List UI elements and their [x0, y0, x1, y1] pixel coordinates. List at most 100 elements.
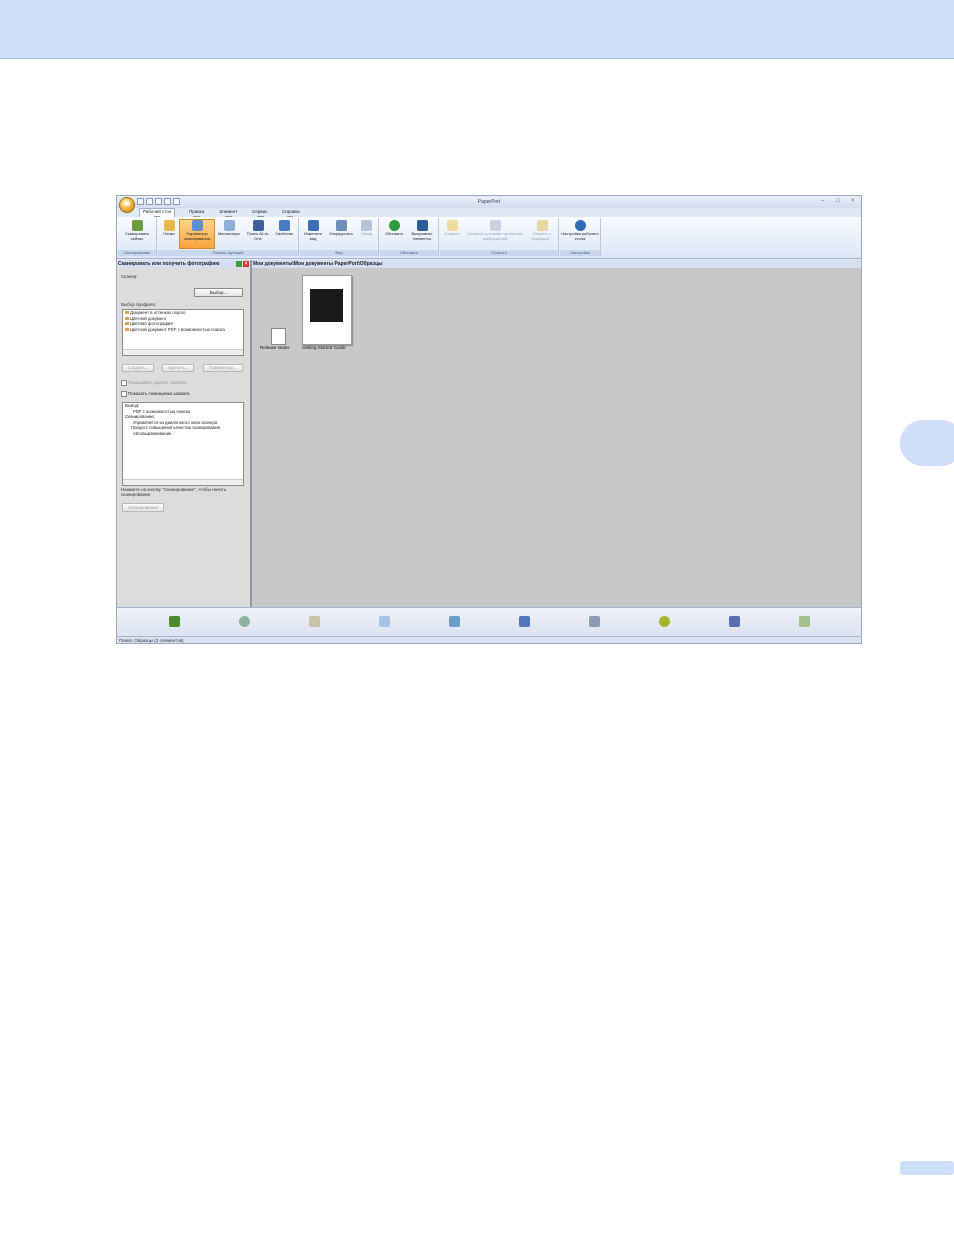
scan-settings-button[interactable]: Параметры сканирования — [179, 219, 215, 249]
delete-profile-button[interactable]: Удалить... — [162, 364, 194, 372]
hexagon-icon[interactable] — [659, 616, 670, 627]
all-in-one-search-button[interactable]: Поиск All-in-One — [245, 220, 271, 241]
mail-icon[interactable] — [239, 616, 250, 627]
checkbox-checked-icon — [121, 391, 127, 397]
group-settings: Настройки рабочего стола Настройки — [560, 218, 601, 256]
group-label-scan: Сканирование — [118, 250, 156, 256]
minimize-button[interactable]: – — [821, 198, 824, 204]
list-item[interactable]: Цветной документ PDF с возможностью поис… — [123, 327, 243, 333]
profile-icon — [125, 311, 129, 314]
folder-icon — [163, 220, 175, 231]
desktop-settings-button[interactable]: Настройки рабочего стола — [561, 220, 599, 241]
group-functions: Папки Параметры сканирования Миниатюры П… — [158, 218, 299, 256]
book-icon[interactable] — [449, 616, 460, 627]
tab-edit[interactable]: Правка — [189, 209, 204, 214]
scanner-icon[interactable] — [169, 616, 180, 627]
send-to-bar — [117, 607, 861, 637]
tab-item[interactable]: Элемент — [219, 209, 237, 214]
open-with-button[interactable]: Открыть с помощью... — [527, 220, 557, 241]
edit-icon[interactable] — [309, 616, 320, 627]
straighten-label: Выпрямить элементы — [411, 231, 433, 241]
select-scanner-button[interactable]: Выбор... — [194, 288, 243, 297]
profile-parameters-button[interactable]: Параметры... — [203, 364, 243, 372]
back-button[interactable]: Назад — [357, 220, 376, 237]
scan-panel: Сканировать или получить фотографию × Ск… — [117, 260, 252, 607]
refresh-icon — [388, 220, 400, 231]
scan-settings-icon — [191, 220, 203, 231]
search-icon — [252, 220, 264, 231]
profile-icon — [125, 316, 129, 320]
release-notes-label: Release Notes — [260, 345, 290, 350]
chapter-side-tab — [900, 420, 954, 466]
release-notes-thumbnail[interactable] — [271, 328, 286, 345]
arrange-button[interactable]: Упорядочить — [326, 220, 356, 237]
documents-pane: Мои документы\Мои документы PaperPort\Об… — [252, 260, 861, 607]
open-viewer-label: Открыть в режиме просмотра изображений — [467, 231, 523, 241]
arrange-icon — [335, 220, 347, 231]
arrange-label: Упорядочить — [329, 231, 353, 236]
tab-tools[interactable]: Сервис — [252, 209, 267, 214]
status-text: Папка: Образцы (2 элементов) — [119, 638, 184, 643]
list-item: Автовыравнивание — [133, 430, 172, 436]
panel-help-icon[interactable] — [236, 261, 242, 267]
title-bar: ✉ PaperPort – □ × — [117, 196, 861, 213]
tab-help[interactable]: Справка — [282, 209, 300, 214]
status-bar: Папка: Образцы (2 элементов) — [117, 636, 861, 643]
properties-icon — [278, 220, 290, 231]
thumbnails-label: Миниатюры — [217, 231, 241, 236]
paint-icon[interactable] — [799, 616, 810, 627]
people-icon[interactable] — [729, 616, 740, 627]
profile-label: Выбор профиля: — [121, 302, 157, 307]
search-label: Поиск All-in-One — [246, 231, 270, 241]
open-icon — [446, 220, 458, 231]
open-button[interactable]: Открыть — [441, 220, 463, 237]
profile-list[interactable]: Документ в оттенках серого Цветной докум… — [122, 309, 244, 356]
profile-icon — [125, 322, 129, 325]
thumbnails-button[interactable]: Миниатюры — [215, 220, 243, 237]
folders-button[interactable]: Папки — [160, 220, 178, 237]
ftp-icon[interactable] — [519, 616, 530, 627]
show-capture-assistant-checkbox[interactable]: Показать помощника захвата — [121, 391, 190, 397]
group-view: Изменить вид Упорядочить Назад Вид — [300, 218, 379, 256]
profile-list-scrollbar[interactable] — [123, 349, 243, 355]
maximize-button[interactable]: □ — [836, 198, 840, 204]
profile-icon — [125, 327, 129, 331]
create-profile-button[interactable]: Создать... — [122, 364, 154, 372]
documents-path-header: Мои документы\Мои документы PaperPort\Об… — [252, 260, 861, 268]
folder-path: Мои документы\Мои документы PaperPort\Об… — [253, 261, 383, 267]
show-scanner-dialog-checkbox[interactable]: Показывать диалог сканера — [121, 380, 186, 386]
getting-started-thumbnail[interactable] — [302, 275, 352, 345]
panel-close-icon[interactable]: × — [243, 261, 249, 267]
scan-now-button[interactable]: Сканировать сейчас — [120, 220, 154, 241]
scan-hint: Нажмите на кнопку "Сканирование", чтобы … — [121, 487, 227, 497]
paperport-window: ✉ PaperPort – □ × Рабочий стол Д Правка … — [116, 195, 862, 644]
group-label-open: Открыть — [440, 250, 558, 256]
open-label: Открыть — [444, 231, 460, 236]
cover-image — [310, 289, 343, 322]
group-label-settings: Настройки — [560, 250, 600, 256]
window-icon[interactable] — [379, 616, 390, 627]
group-scan: Сканировать сейчас Сканирование — [118, 218, 157, 256]
page-number-tab — [900, 1161, 954, 1175]
scan-panel-title: Сканировать или получить фотографию — [118, 261, 220, 267]
printer-icon[interactable] — [589, 616, 600, 627]
scanner-label: Сканер: — [121, 274, 138, 279]
scan-button[interactable]: Сканирование — [122, 503, 164, 512]
close-button[interactable]: × — [851, 198, 855, 204]
open-with-label: Открыть с помощью... — [531, 231, 553, 241]
change-view-button[interactable]: Изменить вид — [301, 220, 325, 241]
straighten-button[interactable]: Выпрямить элементы — [408, 220, 436, 241]
scan-panel-header: Сканировать или получить фотографию × — [117, 260, 250, 268]
group-label-refresh: Обновить — [380, 250, 438, 256]
change-view-icon — [307, 220, 319, 231]
properties-button[interactable]: Свойства — [272, 220, 296, 237]
process-list-scrollbar[interactable] — [123, 479, 243, 485]
group-open: Открыть Открыть в режиме просмотра изобр… — [440, 218, 559, 256]
ribbon: Сканировать сейчас Сканирование Папки Па… — [117, 217, 861, 259]
folders-label: Папки — [163, 231, 175, 236]
checkbox-box — [121, 380, 127, 386]
refresh-button[interactable]: Обновить — [381, 220, 407, 237]
open-in-viewer-button[interactable]: Открыть в режиме просмотра изображений — [464, 220, 526, 241]
process-list[interactable]: Вывод: PDF с возможностью поиска Сканиро… — [122, 402, 244, 486]
thumbnails-icon — [223, 220, 235, 231]
